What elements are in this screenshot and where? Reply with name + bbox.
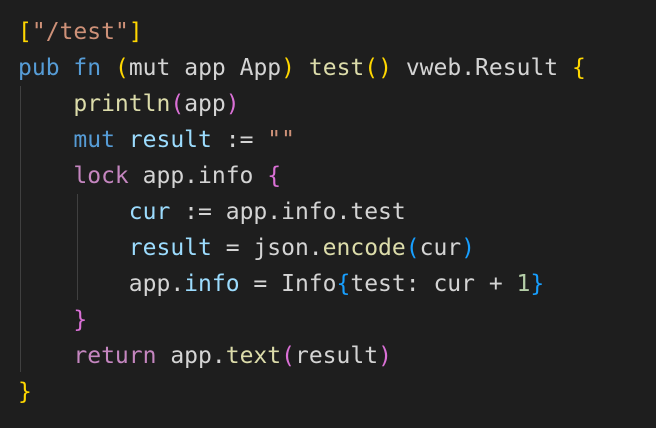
code-line-8[interactable]: app.info = Info{test: cur + 1} — [18, 266, 544, 302]
code-token: 1 — [516, 271, 531, 297]
code-token: := — [211, 127, 268, 153]
code-token: ( — [114, 55, 129, 81]
code-token: fn — [73, 55, 102, 81]
code-editor[interactable]: ["/test"] pub fn (mut app App) test() vw… — [0, 0, 656, 428]
code-token: } — [73, 307, 88, 333]
code-token: ( — [170, 91, 185, 117]
code-token: println — [73, 91, 171, 117]
code-line-11[interactable]: } — [18, 374, 32, 410]
code-token: ) — [225, 91, 240, 117]
code-token: mut — [128, 55, 171, 81]
code-token: { — [571, 55, 586, 81]
code-token: ) — [281, 55, 296, 81]
code-token: { — [336, 271, 351, 297]
code-token: ) — [378, 343, 392, 369]
code-token: [ — [18, 19, 32, 45]
code-token: } — [18, 379, 32, 405]
code-token: result — [294, 343, 379, 369]
code-token: result — [128, 235, 212, 261]
code-token: cur — [419, 235, 462, 261]
code-token: app.info — [128, 163, 268, 189]
code-token: app App — [170, 55, 282, 81]
code-token: = json. — [211, 235, 323, 261]
code-token: = Info — [239, 271, 337, 297]
code-token: lock — [73, 163, 129, 189]
code-token: info — [184, 271, 240, 297]
code-token: ] — [128, 19, 143, 45]
code-token: cur — [128, 199, 171, 225]
code-token: app. — [128, 271, 185, 297]
code-token: vweb.Result — [391, 55, 572, 81]
code-token: result — [128, 127, 212, 153]
code-token: test — [308, 55, 365, 81]
code-line-4[interactable]: mut result := "" — [18, 122, 295, 158]
code-token: () — [364, 55, 392, 81]
code-line-6[interactable]: cur := app.info.test — [18, 194, 406, 230]
code-line-1[interactable]: ["/test"] — [18, 14, 143, 50]
code-token: ) — [461, 235, 476, 261]
code-token: pub — [18, 55, 60, 81]
code-token: { — [267, 163, 282, 189]
code-token: return — [73, 343, 157, 369]
code-token: app. — [156, 343, 226, 369]
code-token: test: cur + — [350, 271, 517, 297]
code-line-2[interactable]: pub fn (mut app App) test() vweb.Result … — [18, 50, 586, 86]
code-token: text — [225, 343, 282, 369]
code-token: ( — [405, 235, 420, 261]
code-token: mut — [73, 127, 115, 153]
code-token: := app.info.test — [170, 199, 406, 225]
code-line-10[interactable]: return app.text(result) — [18, 338, 392, 374]
code-token: encode — [322, 235, 406, 261]
code-token: "" — [267, 127, 295, 153]
code-line-5[interactable]: lock app.info { — [18, 158, 281, 194]
code-line-3[interactable]: println(app) — [18, 86, 240, 122]
code-line-9[interactable]: } — [18, 302, 87, 338]
code-token: } — [530, 271, 545, 297]
code-token: "/test" — [31, 19, 129, 45]
code-token: ( — [281, 343, 295, 369]
code-line-7[interactable]: result = json.encode(cur) — [18, 230, 475, 266]
code-token: app — [184, 91, 226, 117]
